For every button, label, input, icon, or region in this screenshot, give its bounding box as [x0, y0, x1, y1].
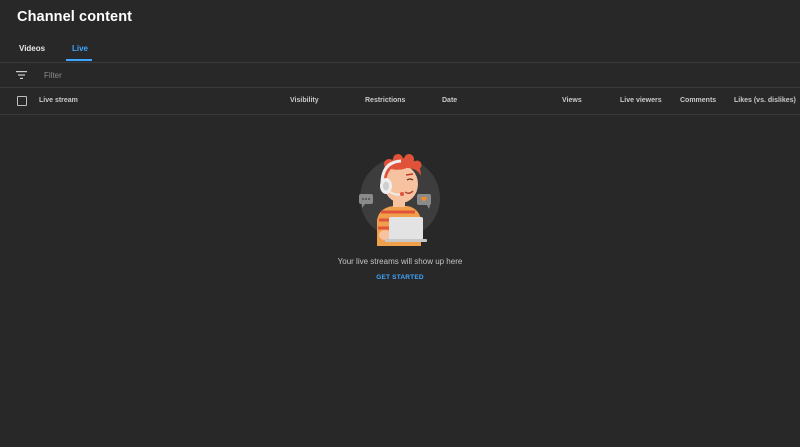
- column-header-restrictions[interactable]: Restrictions: [365, 97, 405, 104]
- empty-state-message: Your live streams will show up here: [337, 257, 463, 266]
- filter-input[interactable]: [44, 69, 344, 81]
- table-header: Live stream Visibility Restrictions Date…: [0, 88, 800, 115]
- get-started-button[interactable]: GET STARTED: [376, 274, 424, 281]
- content-tabs: Videos Live: [0, 38, 800, 63]
- column-header-likes[interactable]: Likes (vs. dislikes): [734, 97, 796, 104]
- column-header-date[interactable]: Date: [442, 97, 457, 104]
- filter-bar: [0, 63, 800, 88]
- streamer-with-headset-illustration: [359, 154, 440, 246]
- tab-live[interactable]: Live: [72, 44, 88, 53]
- select-all-checkbox[interactable]: [17, 96, 27, 106]
- column-header-visibility[interactable]: Visibility: [290, 97, 319, 104]
- empty-state: Your live streams will show up here GET …: [0, 150, 800, 284]
- column-header-live-viewers[interactable]: Live viewers: [620, 97, 662, 104]
- column-header-comments[interactable]: Comments: [680, 97, 716, 104]
- tab-videos[interactable]: Videos: [19, 44, 45, 53]
- page-title: Channel content: [17, 9, 133, 25]
- channel-content-page: Channel content Videos Live Live stream …: [0, 0, 800, 447]
- filter-icon[interactable]: [16, 70, 27, 80]
- active-tab-indicator: [66, 59, 92, 61]
- column-header-live-stream[interactable]: Live stream: [39, 97, 78, 104]
- column-header-views[interactable]: Views: [562, 97, 582, 104]
